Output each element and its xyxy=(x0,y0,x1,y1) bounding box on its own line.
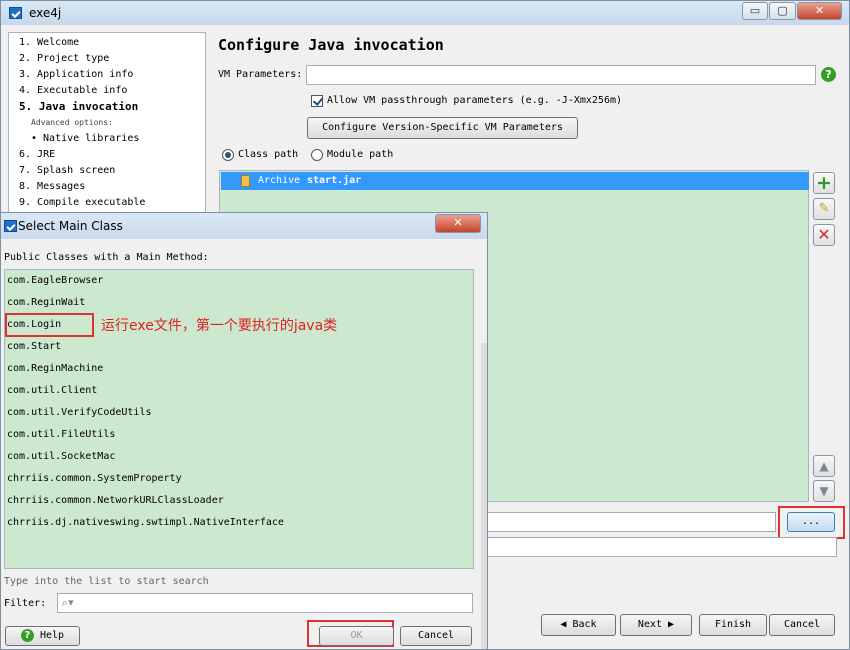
arguments-input[interactable] xyxy=(486,537,837,557)
list-item[interactable]: com.Start xyxy=(7,341,61,352)
edit-entry-icon[interactable]: ✎ xyxy=(813,198,835,220)
window-title: exe4j xyxy=(29,6,62,20)
nav-step-jre[interactable]: 6. JRE xyxy=(19,149,55,160)
back-arrow-icon: ◀ xyxy=(560,619,573,630)
list-item[interactable]: com.EagleBrowser xyxy=(7,275,103,286)
list-item[interactable]: chrriis.common.SystemProperty xyxy=(7,473,182,484)
dialog-title-bar[interactable]: Select Main Class ✕ xyxy=(1,213,487,239)
list-item[interactable]: com.util.Client xyxy=(7,385,97,396)
nav-step-splash-screen[interactable]: 7. Splash screen xyxy=(19,165,115,176)
main-classes-label: Public Classes with a Main Method: xyxy=(4,252,209,263)
nav-step-messages[interactable]: 8. Messages xyxy=(19,181,85,192)
dialog-cancel-button[interactable]: Cancel xyxy=(400,626,472,646)
search-hint: Type into the list to start search xyxy=(4,576,209,587)
app-icon xyxy=(9,7,22,19)
classpath-radio[interactable] xyxy=(222,149,234,161)
main-class-input[interactable] xyxy=(486,512,776,532)
list-item[interactable]: chrriis.common.NetworkURLClassLoader xyxy=(7,495,224,506)
dialog-title: Select Main Class xyxy=(18,219,123,233)
dialog-app-icon xyxy=(4,220,17,232)
list-item[interactable]: com.ReginWait xyxy=(7,297,85,308)
nav-step-java-invocation[interactable]: 5. Java invocation xyxy=(19,100,138,113)
classpath-entry-file: start.jar xyxy=(307,175,362,186)
configure-vm-parameters-button[interactable]: Configure Version-Specific VM Parameters xyxy=(307,117,578,139)
back-label: Back xyxy=(572,619,597,630)
help-icon: ? xyxy=(20,628,34,642)
main-class-list[interactable]: com.EagleBrowser com.ReginWait com.Login… xyxy=(4,269,474,569)
annotation-text: 运行exe文件，第一个要执行的java类 xyxy=(101,318,338,334)
help-button[interactable]: ? Help xyxy=(5,626,80,646)
nav-step-compile-executable[interactable]: 9. Compile executable xyxy=(19,197,145,208)
move-up-icon[interactable]: ▲ xyxy=(813,455,835,477)
passthrough-label: Allow VM passthrough parameters (e.g. -J… xyxy=(327,95,623,106)
cancel-button[interactable]: Cancel xyxy=(769,614,835,636)
add-entry-icon[interactable]: + xyxy=(813,172,835,194)
nav-step-welcome[interactable]: 1. Welcome xyxy=(19,37,79,48)
remove-entry-icon[interactable]: ✕ xyxy=(813,224,835,246)
filter-input[interactable]: ⌕▾ xyxy=(57,593,473,613)
close-button[interactable]: ✕ xyxy=(797,2,842,20)
minimize-button[interactable]: ▭ xyxy=(742,2,768,20)
passthrough-checkbox[interactable] xyxy=(311,95,323,107)
nav-native-libraries[interactable]: • Native libraries xyxy=(31,133,139,144)
jar-archive-icon xyxy=(241,175,250,187)
maximize-button[interactable]: ▢ xyxy=(769,2,796,20)
filter-label: Filter: xyxy=(4,598,47,609)
next-arrow-icon: ▶ xyxy=(662,619,675,630)
help-label: Help xyxy=(39,630,65,641)
back-button[interactable]: ◀ Back xyxy=(541,614,616,636)
move-down-icon[interactable]: ▼ xyxy=(813,480,835,502)
list-item[interactable]: com.util.VerifyCodeUtils xyxy=(7,407,152,418)
nav-step-application-info[interactable]: 3. Application info xyxy=(19,69,133,80)
vm-parameters-label: VM Parameters: xyxy=(218,69,303,80)
nav-step-project-type[interactable]: 2. Project type xyxy=(19,53,109,64)
title-bar[interactable]: exe4j ▭ ▢ ✕ xyxy=(1,1,849,25)
finish-button[interactable]: Finish xyxy=(699,614,767,636)
classpath-entry-selected[interactable]: Archive start.jar xyxy=(221,172,809,190)
vm-parameters-input[interactable] xyxy=(306,65,816,85)
list-item[interactable]: com.ReginMachine xyxy=(7,363,103,374)
login-highlight-box xyxy=(5,313,94,337)
next-button[interactable]: Next ▶ xyxy=(620,614,692,636)
next-label: Next xyxy=(637,619,663,630)
nav-step-executable-info[interactable]: 4. Executable info xyxy=(19,85,127,96)
nav-advanced-options-label: Advanced options: xyxy=(31,118,113,127)
browse-main-class-button[interactable]: ... xyxy=(787,512,835,532)
ok-button[interactable]: OK xyxy=(319,626,394,646)
list-item[interactable]: chrriis.dj.nativeswing.swtimpl.NativeInt… xyxy=(7,517,284,528)
modulepath-radio[interactable] xyxy=(311,149,323,161)
dialog-close-button[interactable]: ✕ xyxy=(435,214,481,233)
dialog-scrollbar[interactable] xyxy=(481,343,487,649)
classpath-radio-label: Class path xyxy=(238,149,299,160)
page-title: Configure Java invocation xyxy=(218,36,444,54)
classpath-entry-prefix: Archive xyxy=(258,175,301,186)
help-icon[interactable]: ? xyxy=(821,67,836,82)
select-main-class-dialog: Select Main Class ✕ Public Classes with … xyxy=(0,212,488,650)
list-item[interactable]: com.util.SocketMac xyxy=(7,451,115,462)
modulepath-radio-label: Module path xyxy=(327,149,394,160)
list-item[interactable]: com.util.FileUtils xyxy=(7,429,115,440)
search-icon: ⌕▾ xyxy=(62,596,74,609)
wizard-steps-nav: 1. Welcome 2. Project type 3. Applicatio… xyxy=(8,32,206,214)
